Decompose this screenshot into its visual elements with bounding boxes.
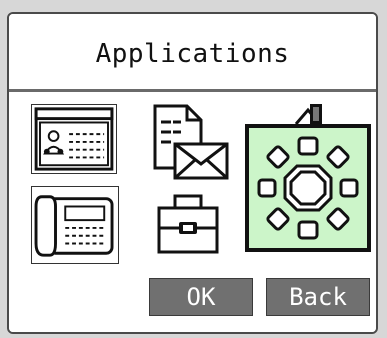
- document-envelope-icon: [153, 104, 229, 180]
- device-screen: Applications OK Back: [7, 12, 378, 334]
- page-title: Applications: [95, 38, 290, 69]
- gear-icon: [257, 136, 359, 240]
- app-phone[interactable]: [31, 186, 119, 264]
- app-messages[interactable]: [149, 102, 233, 184]
- address-book-icon: [34, 107, 114, 171]
- back-button[interactable]: Back: [266, 278, 370, 316]
- title-bar: Applications: [9, 14, 376, 92]
- ok-button[interactable]: OK: [149, 278, 253, 316]
- app-tools[interactable]: [155, 192, 221, 256]
- app-settings[interactable]: [245, 124, 371, 252]
- app-contacts[interactable]: [31, 104, 117, 174]
- desk-phone-icon: [34, 195, 114, 257]
- app-grid: OK Back: [9, 92, 376, 332]
- toolbox-icon: [157, 194, 219, 254]
